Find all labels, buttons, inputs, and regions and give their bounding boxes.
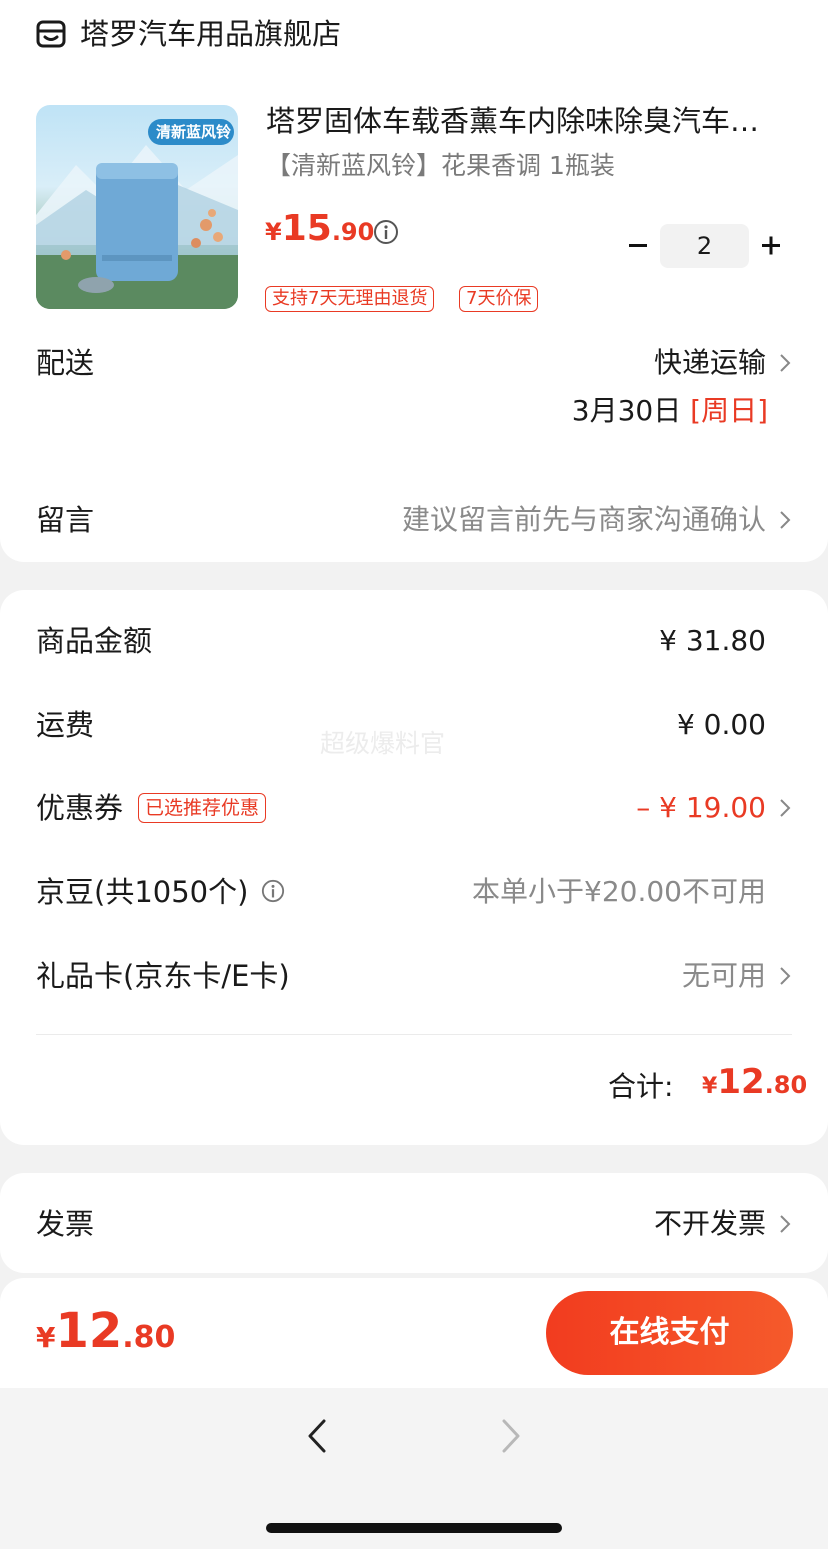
coupon-label: 优惠券 [36, 791, 124, 825]
delivery-method[interactable]: 快递运输 [600, 343, 766, 383]
total-symbol: ¥ [702, 1074, 718, 1099]
home-indicator[interactable] [266, 1523, 562, 1533]
chevron-right-icon[interactable] [778, 796, 792, 820]
jd-beans-value: 本单小于¥20.00不可用 [472, 875, 766, 908]
message-input[interactable]: 建议留言前先与商家沟通确认 [340, 500, 766, 540]
chevron-right-icon[interactable] [778, 1212, 792, 1236]
price-protect-tag: 7天价保 [459, 286, 539, 312]
quantity-input[interactable]: 2 [660, 224, 749, 268]
goods-amount-label: 商品金额 [36, 624, 153, 658]
divider [36, 1034, 792, 1035]
back-icon[interactable] [306, 1418, 328, 1454]
price-decimal: .90 [331, 218, 375, 246]
return-policy-tag: 支持7天无理由退货 [265, 286, 435, 312]
watermark: 超级爆料官 [320, 729, 446, 758]
delivery-weekday: [周日] [690, 394, 768, 427]
total-label: 合计: [608, 1070, 674, 1103]
pay-online-button[interactable]: 在线支付 [546, 1291, 793, 1375]
product-price: ¥15.90 [265, 208, 374, 249]
price-integer: 15 [281, 208, 332, 249]
goods-amount-value: ¥ 31.80 [659, 624, 766, 657]
total-integer: 12 [717, 1062, 765, 1102]
invoice-value[interactable]: 不开发票 [600, 1204, 766, 1244]
store-name[interactable]: 塔罗汽车用品旗舰店 [80, 15, 341, 53]
message-label: 留言 [36, 503, 95, 537]
footer-total-symbol: ¥ [36, 1321, 56, 1354]
chevron-right-icon[interactable] [778, 964, 792, 988]
product-image-badge: 清新蓝风铃 [156, 123, 232, 141]
footer-total-decimal: .80 [122, 1320, 176, 1355]
shipping-label: 运费 [36, 708, 95, 742]
invoice-label: 发票 [36, 1207, 95, 1241]
gift-card-value[interactable]: 无可用 [600, 956, 766, 996]
chevron-right-icon[interactable] [778, 351, 792, 375]
quantity-decrease-button[interactable] [627, 228, 649, 262]
jd-beans-label: 京豆(共1050个) [36, 875, 249, 909]
footer-total: ¥12.80 [36, 1303, 175, 1359]
product-spec[interactable]: 【清新蓝风铃】花果香调 1瓶装 [266, 148, 615, 184]
quantity-increase-button[interactable] [759, 228, 783, 262]
info-icon[interactable] [261, 879, 285, 903]
chevron-right-icon[interactable] [778, 508, 792, 532]
forward-icon[interactable] [500, 1418, 522, 1454]
info-icon[interactable] [373, 219, 399, 245]
footer-total-integer: 12 [55, 1303, 123, 1359]
delivery-label: 配送 [36, 346, 95, 380]
total-decimal: .80 [764, 1071, 808, 1099]
price-symbol: ¥ [265, 218, 282, 246]
coupon-value[interactable]: – ¥ 19.00 [560, 788, 766, 828]
coupon-recommend-tag: 已选推荐优惠 [138, 793, 267, 823]
gift-card-label: 礼品卡(京东卡/E卡) [36, 959, 290, 993]
delivery-date[interactable]: 3月30日 [周日] [540, 391, 768, 431]
delivery-date-text: 3月30日 [571, 394, 682, 427]
total-amount: ¥12.80 [702, 1062, 807, 1102]
product-title[interactable]: 塔罗固体车载香薰车内除味除臭汽车… [266, 101, 796, 141]
product-image[interactable]: 清新蓝风铃 [36, 105, 238, 309]
shipping-value: ¥ 0.00 [676, 708, 766, 741]
store-icon [36, 20, 66, 48]
